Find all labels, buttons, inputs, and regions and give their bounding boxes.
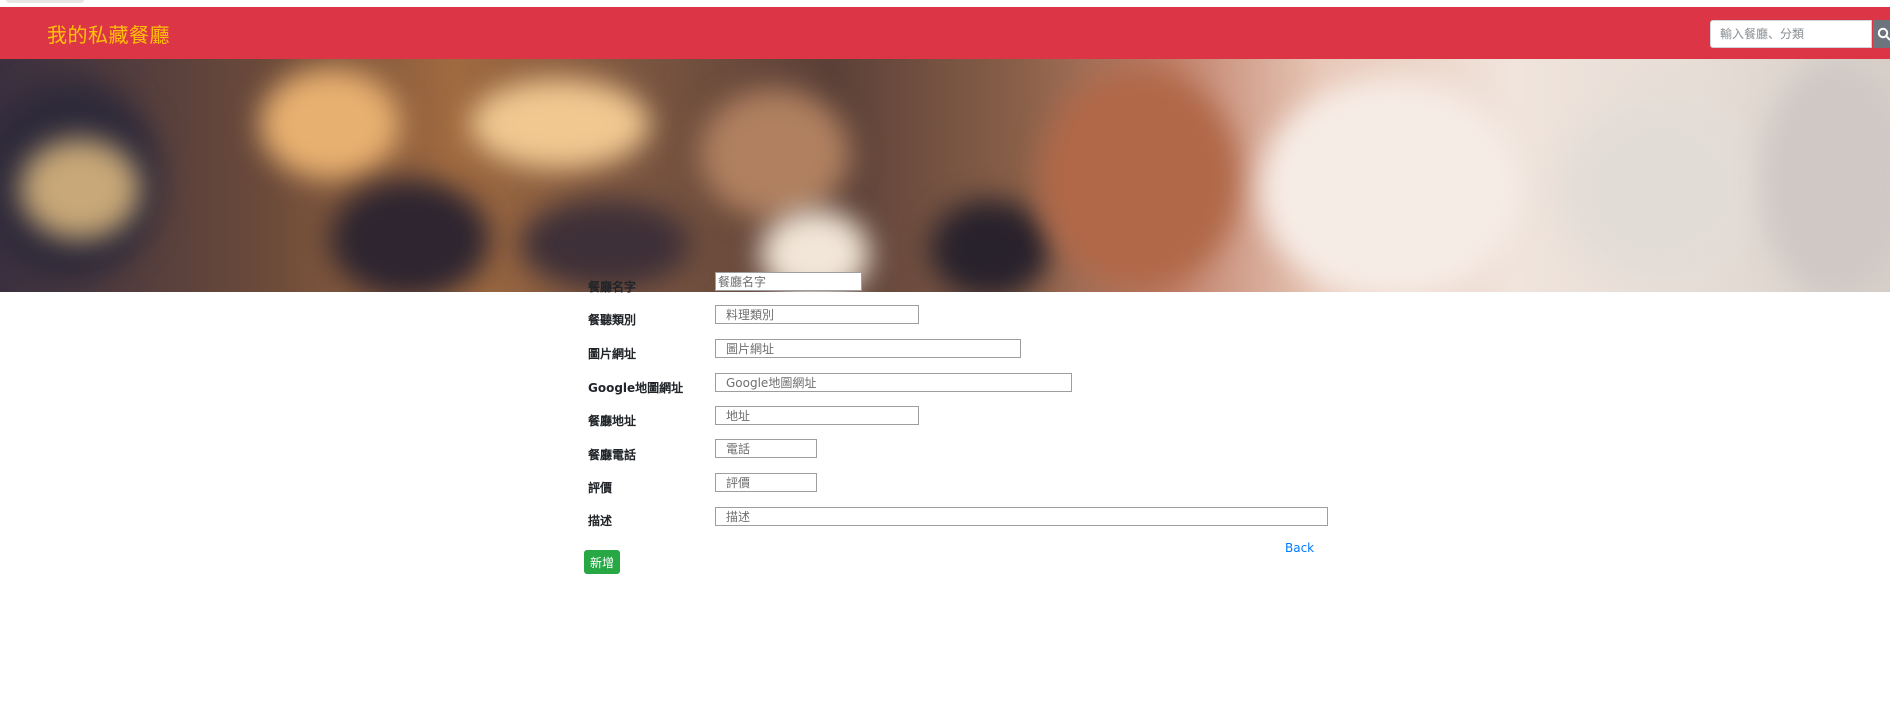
banner-blur-shape (930, 199, 1050, 292)
phone-input[interactable] (715, 439, 817, 458)
label-description: 描述 (588, 514, 613, 528)
banner-blur-shape (1760, 59, 1890, 292)
address-input[interactable] (715, 406, 919, 425)
banner-blur-shape (1560, 99, 1760, 279)
brand-link[interactable]: 我的私藏餐廳 (47, 19, 170, 48)
banner-blur-shape (330, 179, 490, 292)
back-link[interactable]: Back (1285, 541, 1314, 555)
banner-blur-shape (1040, 69, 1240, 289)
label-phone: 餐廳電話 (588, 448, 637, 462)
banner-blur-shape (520, 199, 690, 289)
label-restaurant-name: 餐廳名字 (588, 280, 637, 294)
label-google-map-url: Google地圖網址 (588, 381, 684, 395)
label-category: 餐聽類別 (588, 313, 637, 327)
banner-blur-shape (700, 89, 850, 219)
navbar: 我的私藏餐廳 (0, 7, 1890, 59)
banner-blur-shape (260, 69, 400, 179)
category-input[interactable] (715, 305, 919, 324)
banner-blur-shape (470, 79, 650, 169)
search-input[interactable] (1710, 20, 1872, 48)
banner-blur-shape (1260, 79, 1520, 292)
search-icon (1877, 27, 1890, 41)
label-address: 餐廳地址 (588, 414, 637, 428)
image-url-input[interactable] (715, 339, 1021, 358)
label-image-url: 圖片網址 (588, 347, 637, 361)
restaurant-form: 餐廳名字 餐聽類別 圖片網址 Google地圖網址 餐廳地址 餐廳電話 評價 描… (0, 272, 1890, 719)
google-map-url-input[interactable] (715, 373, 1072, 392)
submit-button[interactable]: 新增 (584, 550, 620, 574)
banner-blur-shape (20, 139, 140, 239)
hero-banner-image (0, 59, 1890, 292)
restaurant-name-input[interactable] (715, 272, 862, 291)
rating-input[interactable] (715, 473, 817, 492)
label-rating: 評價 (588, 481, 613, 495)
tab-edge (6, 0, 84, 3)
description-input[interactable] (715, 507, 1328, 526)
search-button[interactable] (1873, 20, 1890, 48)
browser-top-strip (0, 0, 1890, 7)
